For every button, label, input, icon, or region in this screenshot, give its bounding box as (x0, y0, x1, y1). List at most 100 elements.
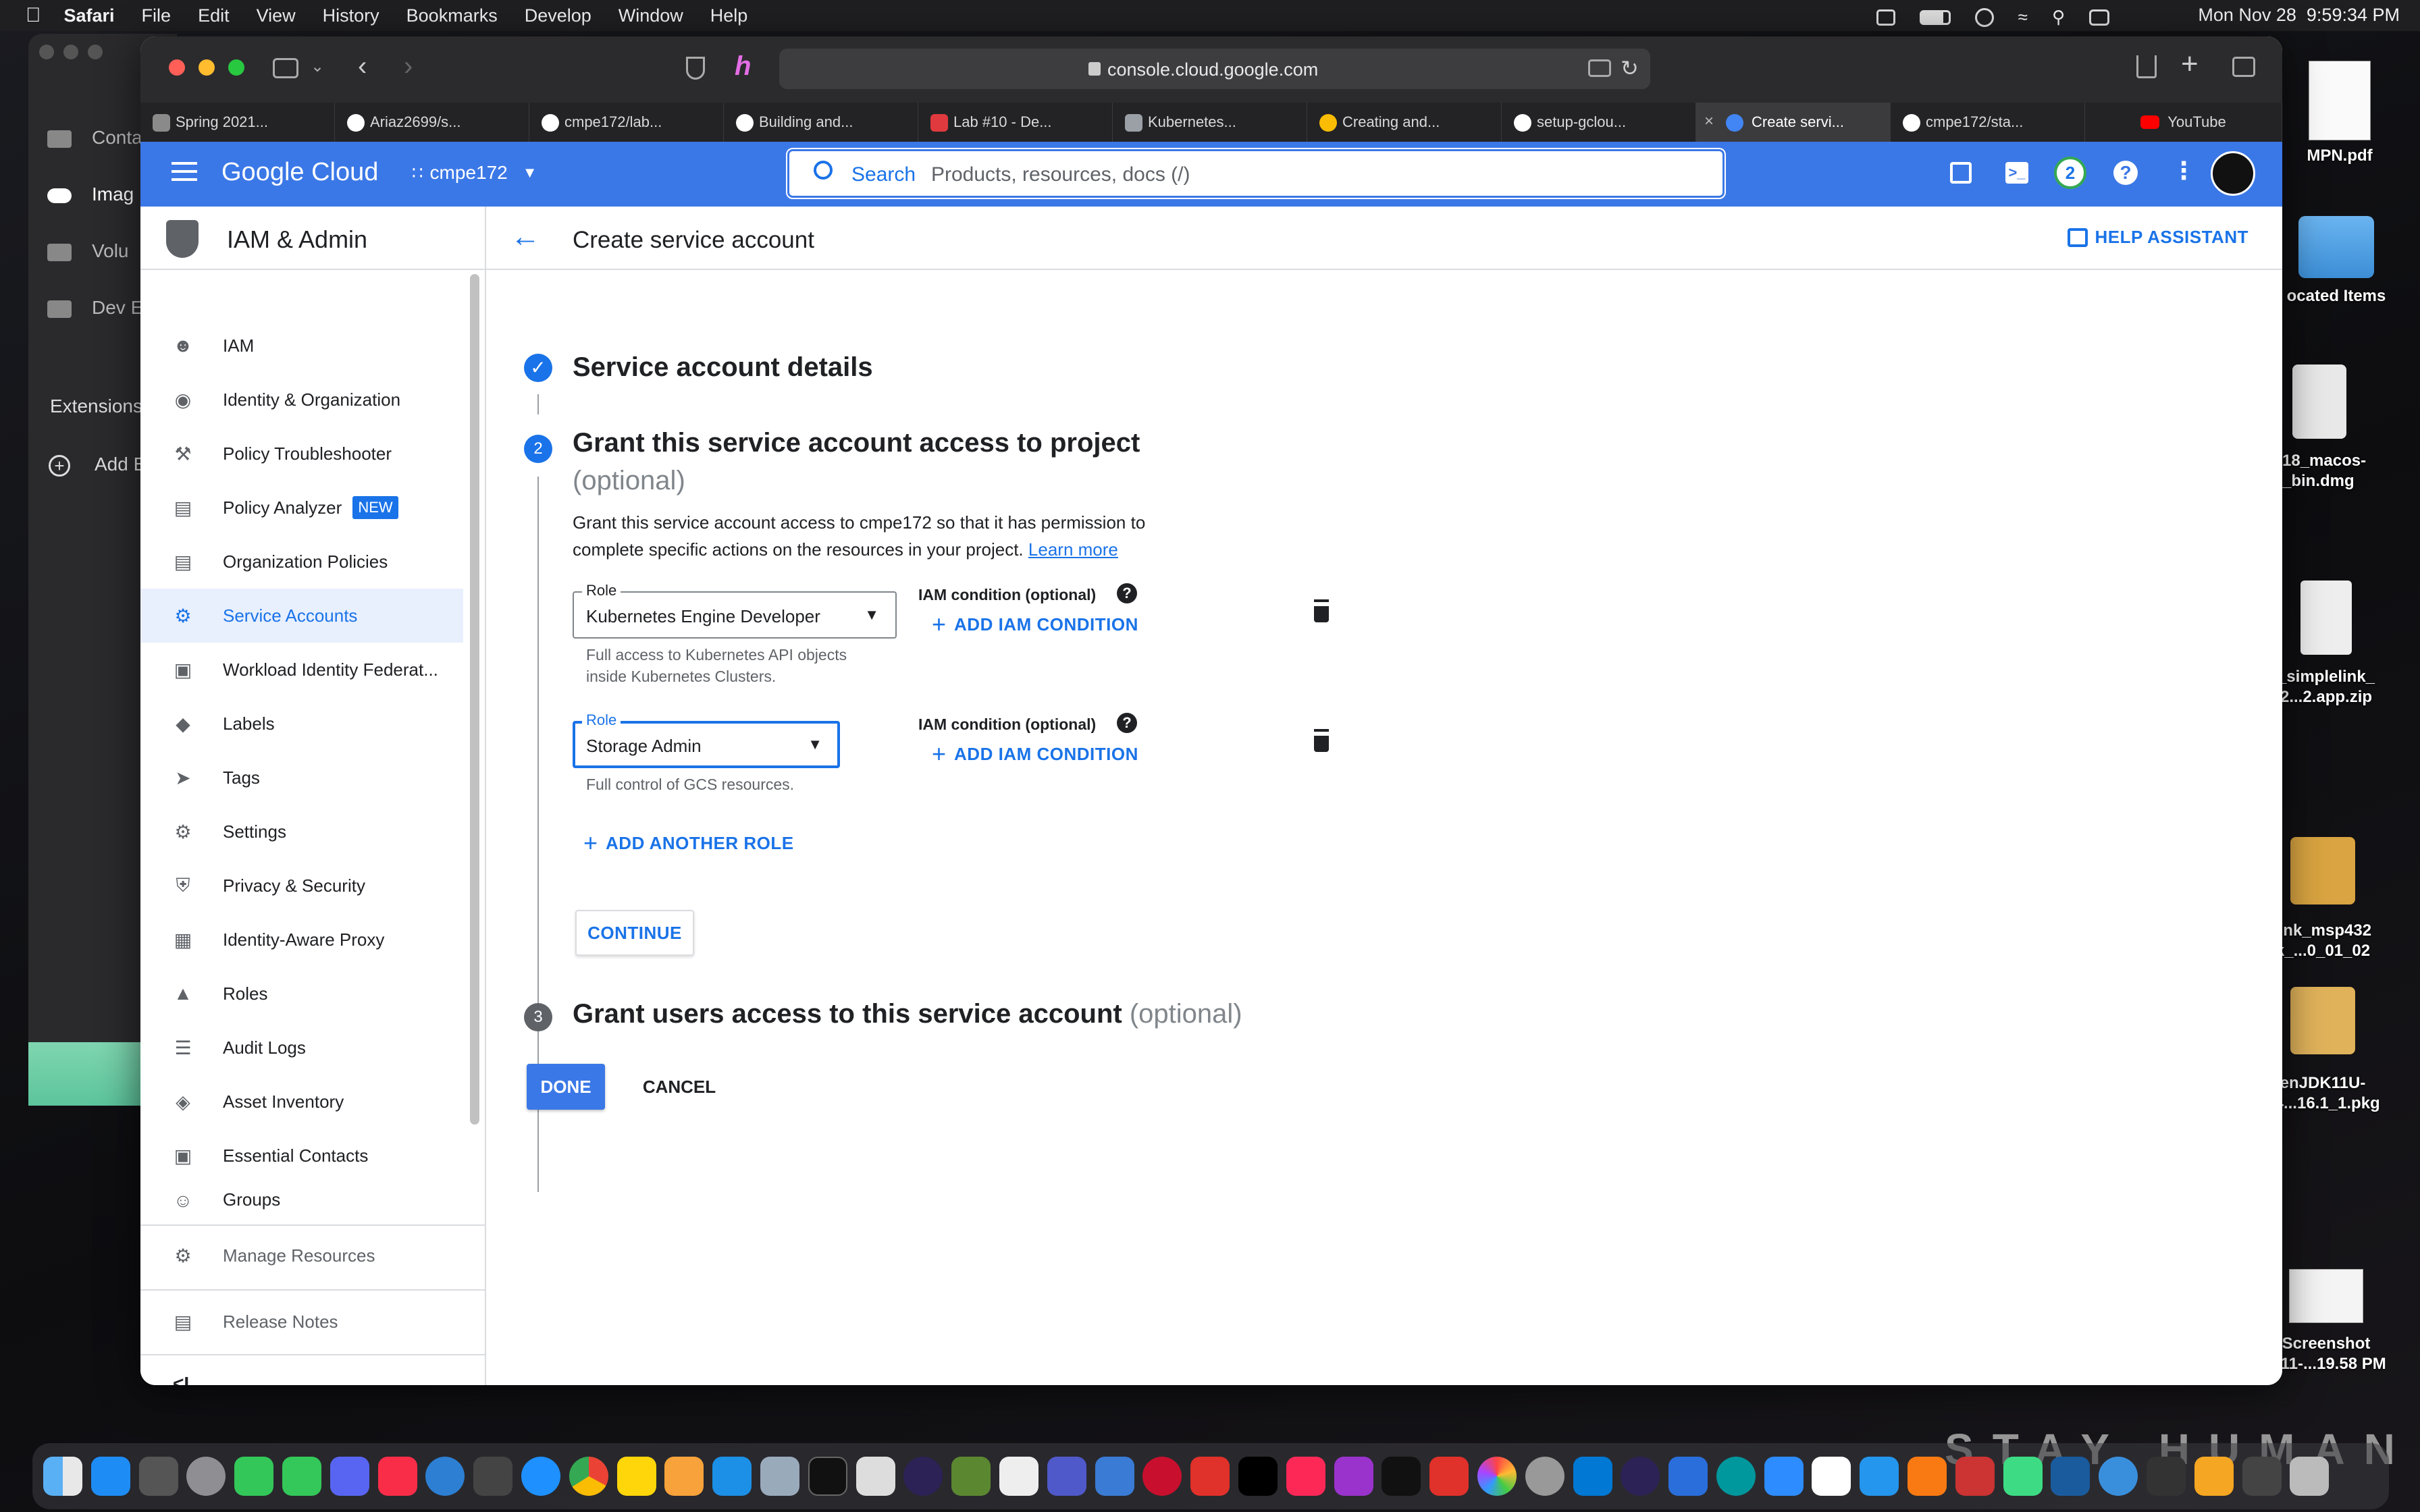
search-icon[interactable]: ⚲ (2052, 7, 2065, 28)
cursor-icon[interactable] (1668, 1457, 1708, 1496)
tab-7[interactable]: setup-gclou... (1502, 103, 1696, 142)
menu-bookmarks[interactable]: Bookmarks (406, 5, 498, 26)
menu-develop[interactable]: Develop (525, 5, 591, 26)
sidebar-item-identity-aware-proxy[interactable]: ▦ Identity-Aware Proxy (140, 913, 463, 967)
chrome-icon[interactable] (569, 1457, 608, 1496)
teams-icon[interactable] (1047, 1457, 1086, 1496)
manage-resources-link[interactable]: ⚙ Manage Resources (140, 1228, 485, 1282)
sidebar-toggle-icon[interactable] (273, 58, 298, 78)
close-icon[interactable] (39, 45, 54, 59)
address-bar[interactable]: console.cloud.google.com ↻ (779, 49, 1650, 89)
facetime-icon[interactable] (234, 1457, 274, 1496)
help-circle-icon[interactable]: ? (1117, 713, 1137, 733)
avatar[interactable] (2211, 151, 2255, 196)
tab-6[interactable]: Creating and... (1307, 103, 1502, 142)
zoom-button[interactable] (228, 59, 244, 76)
docker-icon[interactable] (1860, 1457, 1899, 1496)
downloads-stack-icon[interactable] (2242, 1457, 2282, 1496)
privacy-shield-icon[interactable] (686, 57, 705, 80)
desktop-file-1[interactable]: ocated Items (2265, 216, 2407, 306)
virtualbox-icon[interactable] (2051, 1457, 2090, 1496)
notes-icon[interactable] (616, 1457, 656, 1496)
minimize-icon[interactable] (63, 45, 78, 59)
add-iam-condition-button-1[interactable]: + ADD IAM CONDITION (932, 610, 1138, 639)
back-item-1[interactable]: Imag (47, 184, 134, 205)
tab-1[interactable]: Ariaz2699/s... (335, 103, 529, 142)
xampp-icon[interactable] (1955, 1457, 1995, 1496)
add-another-role-button[interactable]: + ADD ANOTHER ROLE (583, 829, 794, 857)
tab-4[interactable]: Lab #10 - De... (918, 103, 1113, 142)
hamburger-menu-icon[interactable] (172, 162, 197, 181)
search-bar[interactable]: Search Products, resources, docs (/) (787, 149, 1725, 198)
menu-edit[interactable]: Edit (198, 5, 230, 26)
zoom-app-icon[interactable] (1764, 1457, 1804, 1496)
desktop-file-0[interactable]: MPN.pdf (2269, 61, 2411, 166)
back-icon[interactable]: ‹ (358, 51, 367, 82)
add-iam-condition-button-2[interactable]: + ADD IAM CONDITION (932, 740, 1138, 768)
trash-icon[interactable] (2290, 1457, 2330, 1496)
android-studio-icon[interactable] (2003, 1457, 2043, 1496)
menu-window[interactable]: Window (619, 5, 683, 26)
tab-2[interactable]: cmpe172/lab... (529, 103, 724, 142)
podcasts-icon[interactable] (1334, 1457, 1373, 1496)
reload-icon[interactable]: ↻ (1621, 55, 1639, 81)
pages-icon[interactable] (664, 1457, 704, 1496)
translate-icon[interactable] (1588, 59, 1611, 77)
slack-icon[interactable] (1812, 1457, 1851, 1496)
back-item-2[interactable]: Volu (47, 240, 129, 262)
google-cloud-logo[interactable]: Google Cloud (221, 158, 378, 187)
acrobat-icon[interactable] (1429, 1457, 1469, 1496)
back-arrow-icon[interactable]: ← (510, 220, 540, 254)
cursor-pro-icon[interactable] (2147, 1457, 2186, 1496)
sidebar-item-audit-logs[interactable]: ☰ Audit Logs (140, 1021, 463, 1075)
arduino-icon[interactable] (1716, 1457, 1756, 1496)
tab-10[interactable]: YouTube (2085, 103, 2282, 142)
back-item-0[interactable]: Conta (47, 127, 142, 148)
sidebar-item-organization-policies[interactable]: ▤ Organization Policies (140, 535, 463, 589)
sidebar-item-roles[interactable]: ▲ Roles (140, 967, 463, 1021)
terminal-icon[interactable] (808, 1457, 847, 1496)
done-button[interactable]: DONE (527, 1064, 605, 1110)
step3-title[interactable]: Grant users access to this service accou… (573, 999, 1242, 1029)
minimize-button[interactable] (199, 59, 215, 76)
project-selector[interactable]: ∷ cmpe172 ▼ (412, 162, 537, 184)
apple-icon[interactable]:  (26, 4, 41, 27)
sidebar-item-iam[interactable]: ☻ IAM (140, 319, 463, 373)
sidebar-item-settings[interactable]: ⚙ Settings (140, 805, 463, 859)
help-icon[interactable]: ? (2113, 161, 2138, 185)
more-vert-icon[interactable]: ⋮ (2172, 157, 2196, 185)
cloud-shell-icon[interactable]: >_ (2005, 162, 2028, 184)
menu-history[interactable]: History (323, 5, 379, 26)
learn-more-link[interactable]: Learn more (1028, 539, 1118, 560)
delete-role-2-icon[interactable] (1314, 732, 1329, 752)
hopper-icon[interactable] (2194, 1457, 2234, 1496)
collapse-sidebar-icon[interactable]: <I (173, 1373, 189, 1385)
vscode-icon[interactable] (1573, 1457, 1612, 1496)
textedit-icon[interactable] (999, 1457, 1038, 1496)
sidebar-item-policy-troubleshooter[interactable]: ⚒ Policy Troubleshooter (140, 427, 463, 481)
sidebar-item-groups[interactable]: ☺ Groups (140, 1183, 463, 1223)
menu-view[interactable]: View (257, 5, 296, 26)
control-center-icon[interactable] (2089, 9, 2109, 26)
eclipse-ide-icon[interactable] (1621, 1457, 1660, 1496)
menubar-clock[interactable]: Mon Nov 28 9:59:34 PM (2198, 5, 2400, 26)
sidebar-scrollbar[interactable] (470, 274, 479, 1125)
photos-icon[interactable] (1477, 1457, 1517, 1496)
extension-h-icon[interactable]: h (735, 51, 751, 82)
role-select-2[interactable]: Role Storage Admin ▼ (573, 711, 840, 768)
keystone-icon[interactable] (1525, 1457, 1564, 1496)
sidebar-item-asset-inventory[interactable]: ◈ Asset Inventory (140, 1075, 463, 1129)
sidebar-item-workload-identity[interactable]: ▣ Workload Identity Federat... (140, 643, 463, 697)
close-button[interactable] (169, 59, 185, 76)
discord-icon[interactable] (330, 1457, 369, 1496)
finder-icon[interactable] (43, 1457, 82, 1496)
zoom-icon[interactable] (88, 45, 103, 59)
role-select-1[interactable]: Role Kubernetes Engine Developer ▼ (573, 582, 897, 639)
step1-title[interactable]: Service account details (573, 352, 873, 383)
forward-icon[interactable]: › (404, 51, 413, 82)
energia-icon[interactable] (1142, 1457, 1182, 1496)
share-icon[interactable] (2136, 55, 2157, 78)
chevron-down-icon[interactable]: ⌄ (311, 57, 324, 76)
menu-help[interactable]: Help (710, 5, 748, 26)
sublime-icon[interactable] (1908, 1457, 1947, 1496)
